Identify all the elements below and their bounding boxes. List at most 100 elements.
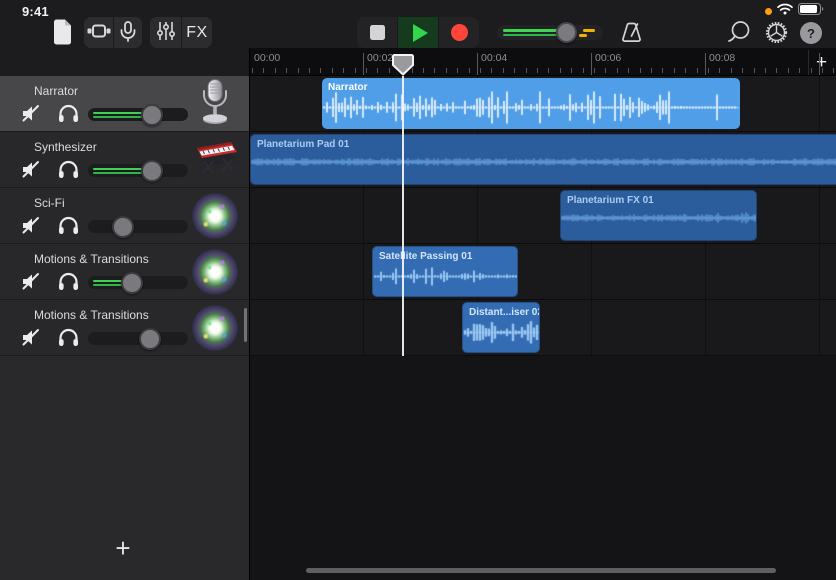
ruler-tick (286, 68, 287, 73)
track-lane[interactable]: Satellite Passing 01 (250, 244, 836, 300)
ruler-tick (263, 68, 264, 73)
mute-button[interactable] (19, 159, 45, 183)
headphones-solo-button[interactable] (55, 103, 81, 127)
ruler-major-gridline (477, 53, 478, 75)
record-button[interactable] (438, 17, 479, 48)
vertical-scrollbar[interactable] (244, 308, 247, 342)
audio-region[interactable]: Planetarium Pad 01 (250, 134, 836, 185)
ruler-tick (685, 68, 686, 73)
region-name: Distant...iser 02 (469, 307, 540, 318)
ruler-tick (423, 68, 424, 73)
add-track-button[interactable]: + (109, 534, 137, 562)
grid-line (819, 244, 820, 299)
track-name: Narrator (34, 84, 78, 98)
track-instrument-icon[interactable] (191, 304, 239, 352)
region-name: Planetarium FX 01 (567, 195, 654, 206)
volume-knob[interactable] (121, 272, 143, 294)
mute-button[interactable] (19, 327, 45, 351)
track-volume-slider[interactable] (88, 164, 188, 177)
ruler-tick (697, 68, 698, 73)
fx-button[interactable]: FX (181, 17, 212, 48)
audio-region[interactable]: Distant...iser 02 (462, 302, 540, 353)
headphones-solo-button[interactable] (55, 215, 81, 239)
track-header[interactable]: Motions & Transitions (0, 244, 250, 300)
ruler-tick (252, 68, 253, 73)
loop-browser-button[interactable] (726, 20, 754, 47)
ruler-tick (674, 68, 675, 73)
track-instrument-icon[interactable] (191, 80, 239, 128)
timeline-lanes[interactable]: NarratorPlanetarium Pad 01 Planetarium FX… (250, 76, 836, 356)
track-controls-view-button[interactable] (84, 17, 113, 48)
track-header[interactable]: Narrator (0, 76, 250, 132)
track-name: Synthesizer (34, 140, 97, 154)
headphones-solo-button[interactable] (55, 159, 81, 183)
volume-knob[interactable] (141, 160, 163, 182)
track-volume-slider[interactable] (88, 276, 188, 289)
track-lane[interactable]: Narrator (250, 76, 836, 132)
stop-button[interactable] (357, 17, 397, 48)
ruler-time-label: 00:04 (481, 52, 507, 64)
audio-region[interactable]: Planetarium FX 01 (560, 190, 757, 241)
help-button[interactable]: ? (800, 22, 822, 44)
track-volume-slider[interactable] (88, 220, 188, 233)
grid-line (819, 188, 820, 243)
microphone-input-button[interactable] (113, 17, 142, 48)
volume-knob[interactable] (556, 22, 577, 43)
playhead-line[interactable] (402, 76, 404, 356)
ruler-time-label: 00:00 (254, 52, 280, 64)
my-songs-button[interactable] (48, 19, 76, 47)
help-label: ? (807, 26, 815, 41)
track-instrument-icon[interactable] (191, 248, 239, 296)
sparkle-burst-icon (192, 249, 238, 295)
audio-region[interactable]: Satellite Passing 01 (372, 246, 518, 297)
clip-indicator (583, 29, 595, 32)
microphone-icon (120, 21, 136, 45)
track-instrument-icon[interactable] (191, 136, 239, 184)
horizontal-scrollbar[interactable] (306, 568, 776, 573)
ruler-tick (366, 68, 367, 73)
transport-controls (357, 17, 479, 48)
speaker-muted-icon (21, 160, 43, 182)
ruler-tick (833, 68, 834, 73)
ruler-tick (594, 68, 595, 73)
fx-label: FX (186, 24, 207, 42)
track-header[interactable]: Sci-Fi (0, 188, 250, 244)
mute-button[interactable] (19, 271, 45, 295)
ruler-tick (662, 68, 663, 73)
track-header[interactable]: Motions & Transitions (0, 300, 250, 356)
track-lane[interactable]: Planetarium FX 01 (250, 188, 836, 244)
ruler-tick (754, 68, 755, 73)
ruler-tick (571, 68, 572, 73)
track-lane[interactable]: Distant...iser 02 (250, 300, 836, 356)
track-volume-slider[interactable] (88, 332, 188, 345)
playhead-marker[interactable] (392, 53, 414, 81)
settings-button[interactable] (762, 20, 790, 47)
volume-knob[interactable] (139, 328, 161, 350)
keyboard-synth-icon (191, 135, 239, 186)
region-name: Satellite Passing 01 (379, 251, 472, 262)
add-section-button[interactable]: + (808, 50, 834, 75)
track-header[interactable]: Synthesizer (0, 132, 250, 188)
level-meter-right (503, 34, 561, 37)
metronome-button[interactable] (618, 20, 646, 47)
ruler-tick (548, 68, 549, 73)
track-lane[interactable]: Planetarium Pad 01 (250, 132, 836, 188)
headphones-icon (58, 160, 79, 182)
mute-button[interactable] (19, 103, 45, 127)
play-button[interactable] (397, 17, 438, 48)
mixer-controls-button[interactable] (150, 17, 181, 48)
headphones-solo-button[interactable] (55, 271, 81, 295)
headphones-solo-button[interactable] (55, 327, 81, 351)
ruler-major-gridline (705, 53, 706, 75)
volume-knob[interactable] (141, 104, 163, 126)
master-volume-slider[interactable] (497, 25, 603, 40)
volume-knob[interactable] (112, 216, 134, 238)
speaker-muted-icon (21, 104, 43, 126)
track-instrument-icon[interactable] (191, 192, 239, 240)
time-ruler[interactable]: 0 + 00:0000:0200:0400:0600:08 (250, 48, 836, 76)
audio-region[interactable]: Narrator (322, 78, 740, 129)
track-volume-slider[interactable] (88, 108, 188, 121)
ruler-tick (446, 68, 447, 73)
mute-button[interactable] (19, 215, 45, 239)
grid-line (591, 244, 592, 299)
